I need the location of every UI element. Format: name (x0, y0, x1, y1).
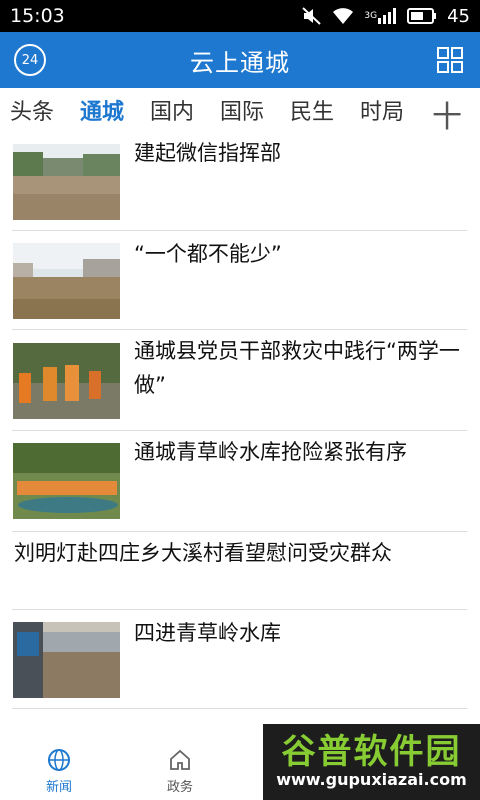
tab-international[interactable]: 国际 (220, 94, 290, 126)
tab-tongcheng[interactable]: 通城 (80, 94, 150, 126)
news-item[interactable]: 通城青草岭水库抢险紧张有序 (12, 431, 467, 532)
tab-current-affairs[interactable]: 时局 (360, 94, 430, 126)
news-title: 通城县党员干部救灾中践行“两学一做” (134, 339, 460, 397)
news-title: 建起微信指挥部 (134, 141, 281, 165)
wifi-icon (332, 7, 354, 25)
mute-icon (302, 7, 322, 25)
badge-label: 24 (21, 52, 39, 68)
news-title: 四进青草岭水库 (134, 621, 281, 645)
news-thumbnail (13, 343, 120, 419)
watermark-title: 谷普软件园 (281, 732, 462, 772)
signal-icon: 3G (364, 8, 397, 24)
category-tabs: 头条 通城 国内 国际 民生 时局 十 (0, 88, 480, 135)
news-title: 刘明灯赴四庄乡大溪村看望慰问受灾群众 (14, 541, 392, 565)
nav-news-label: 新闻 (45, 780, 72, 795)
grid-menu-icon[interactable] (436, 46, 464, 74)
status-time: 15:03 (10, 5, 65, 27)
news-title: 通城青草岭水库抢险紧张有序 (134, 440, 407, 464)
badge-24-icon[interactable]: 24 (14, 44, 46, 76)
news-thumbnail (13, 144, 120, 220)
globe-icon (48, 749, 70, 771)
news-title: “一个都不能少” (134, 242, 282, 266)
battery-level: 45 (447, 5, 470, 27)
news-item[interactable]: “一个都不能少” (12, 231, 467, 330)
news-thumbnail (13, 622, 120, 698)
news-item[interactable]: 刘明灯赴四庄乡大溪村看望慰问受灾群众 (12, 532, 467, 610)
news-item[interactable]: 通城县党员干部救灾中践行“两学一做” (12, 330, 467, 431)
add-tab-button[interactable]: 十 (432, 92, 462, 136)
news-item[interactable]: 四进青草岭水库 (12, 610, 467, 709)
tab-livelihood[interactable]: 民生 (290, 94, 360, 126)
tab-toutiao[interactable]: 头条 (10, 94, 80, 126)
home-icon (170, 749, 190, 770)
nav-government[interactable]: 政务 (145, 748, 215, 795)
nav-news[interactable]: 新闻 (24, 748, 94, 795)
app-bar: 24 云上通城 (0, 32, 480, 88)
nav-government-label: 政务 (166, 780, 193, 795)
news-thumbnail (13, 443, 120, 519)
news-thumbnail (13, 243, 120, 319)
tab-domestic[interactable]: 国内 (150, 94, 220, 126)
news-item[interactable]: 建起微信指挥部 (12, 132, 467, 231)
page-title: 云上通城 (190, 48, 290, 77)
watermark-logo: 谷普软件园 www.gupuxiazai.com (263, 724, 480, 800)
status-bar: 15:03 3G 45 (0, 0, 480, 32)
battery-icon (407, 8, 437, 24)
watermark-url: www.gupuxiazai.com (276, 770, 467, 789)
network-type: 3G (364, 11, 378, 21)
